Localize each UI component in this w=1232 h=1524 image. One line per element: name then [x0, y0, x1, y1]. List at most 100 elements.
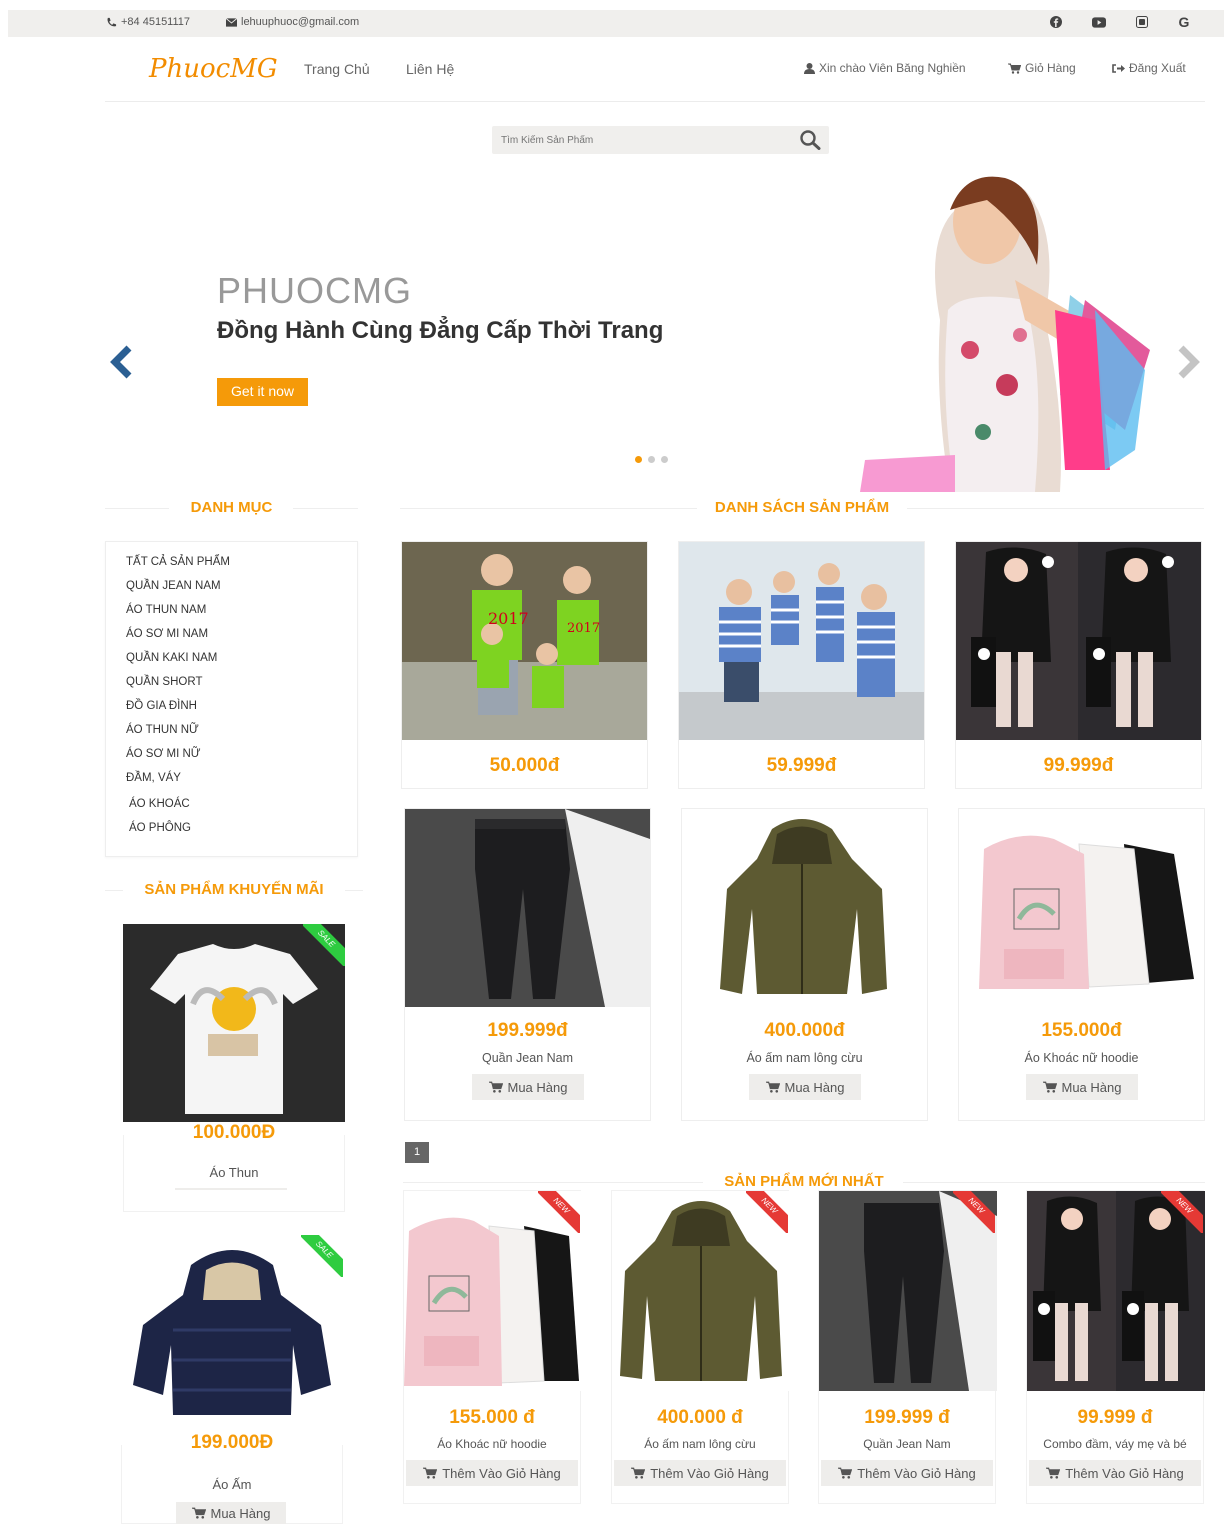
category-item[interactable]: ÁO THUN NAM [126, 604, 206, 616]
email-contact[interactable]: lehuuphuoc@gmail.com [226, 16, 359, 28]
envelope-icon [226, 17, 237, 27]
category-item[interactable]: ÁO THUN NỮ [126, 724, 199, 736]
product-image[interactable] [679, 542, 924, 740]
products-heading: DANH SÁCH SẢN PHẨM [400, 499, 1204, 519]
user-icon [804, 62, 815, 74]
cart-icon [838, 1467, 853, 1479]
svg-text:2017: 2017 [488, 609, 529, 628]
cart-icon [423, 1467, 438, 1479]
add-to-cart-button[interactable]: Thêm Vào Giỏ Hàng [614, 1460, 786, 1486]
email-address: lehuuphuoc@gmail.com [241, 16, 360, 28]
buy-button[interactable]: Mua Hàng [1026, 1074, 1138, 1100]
new-product-card[interactable]: NEW 400.000 đ Áo ấm nam lông cừu Thêm Và… [611, 1190, 790, 1504]
product-name[interactable]: Áo Ấm [121, 1477, 343, 1492]
phone-contact[interactable]: +84 45151117 [106, 16, 190, 28]
cart-link[interactable]: Giỏ Hàng [1008, 61, 1076, 75]
category-item[interactable]: ÁO SƠ MI NAM [126, 628, 208, 640]
nav-link-contact[interactable]: Liên Hệ [406, 61, 454, 77]
product-card[interactable]: 99.999đ [955, 541, 1202, 789]
category-item[interactable]: ÁO SƠ MI NỮ [126, 748, 201, 760]
add-to-cart-button[interactable]: Thêm Vào Giỏ Hàng [821, 1460, 993, 1486]
buy-button[interactable]: Mua Hàng [472, 1074, 584, 1100]
hero-tagline: Đồng Hành Cùng Đẳng Cấp Thời Trang [217, 317, 664, 344]
logout-link[interactable]: Đăng Xuất [1112, 61, 1186, 75]
cart-icon [765, 1081, 780, 1093]
cart-icon [488, 1081, 503, 1093]
product-card[interactable]: 155.000đ Áo Khoác nữ hoodie Mua Hàng [958, 808, 1205, 1121]
product-price: 50.000đ [489, 755, 560, 776]
product-price: 100.000Đ [192, 1122, 276, 1143]
search-input[interactable] [492, 126, 787, 154]
add-to-cart-button[interactable]: Thêm Vào Giỏ Hàng [1029, 1460, 1201, 1486]
product-name[interactable]: Quần Jean Nam [819, 1437, 995, 1451]
product-price: 59.999đ [766, 755, 837, 776]
product-image[interactable]: 2017 2017 [402, 542, 647, 740]
new-badge: NEW [746, 1191, 788, 1233]
product-price: 199.999đ [487, 1020, 568, 1041]
new-badge: NEW [953, 1191, 995, 1233]
product-name[interactable]: Áo Thun [123, 1165, 345, 1180]
youtube-icon[interactable] [1092, 15, 1106, 29]
new-product-card[interactable]: NEW 199.999 đ Quần Jean Nam Thêm Vào Giỏ… [818, 1190, 997, 1504]
top-bar: +84 45151117 lehuuphuoc@gmail.com G [8, 10, 1224, 37]
product-image[interactable] [405, 809, 650, 1007]
user-greeting-link[interactable]: Xin chào Viên Băng Nghiền [804, 61, 966, 75]
chevron-right-icon[interactable] [1173, 345, 1203, 379]
cart-icon [1046, 1467, 1061, 1479]
promo-heading: SẢN PHẨM KHUYẾN MÃI [105, 881, 363, 901]
hero-cta-button[interactable]: Get it now [217, 378, 308, 406]
category-item[interactable]: QUẦN KAKI NAM [126, 652, 217, 664]
user-greeting: Xin chào Viên Băng Nghiền [819, 61, 966, 75]
buy-button[interactable]: Mua Hàng [176, 1502, 286, 1524]
product-name[interactable]: Áo Khoác nữ hoodie [959, 1051, 1204, 1065]
product-card[interactable]: 199.999đ Quần Jean Nam Mua Hàng [404, 808, 651, 1121]
search-icon[interactable] [799, 130, 821, 150]
category-item[interactable]: QUẦN SHORT [126, 676, 202, 688]
promo-card[interactable]: SALE 199.000Đ Áo Ấm Mua Hàng [121, 1235, 343, 1524]
category-item[interactable]: ĐẦM, VÁY [126, 772, 181, 784]
new-product-card[interactable]: NEW 99.999 đ Combo đầm, váy mẹ và bé Thê… [1026, 1190, 1205, 1504]
google-icon[interactable]: G [1177, 14, 1191, 30]
product-price: 99.999 đ [1077, 1407, 1153, 1428]
main-navbar: PhuocMG Trang Chủ Liên Hệ Xin chào Viên … [105, 38, 1205, 102]
slider-dot[interactable] [635, 456, 642, 463]
category-item[interactable]: TẤT CẢ SẢN PHẨM [126, 556, 230, 568]
product-name[interactable]: Áo ấm nam lông cừu [682, 1051, 927, 1065]
sign-out-icon [1112, 63, 1125, 73]
sale-badge: SALE [301, 1235, 343, 1277]
category-item[interactable]: ÁO KHOÁC [129, 798, 190, 810]
product-image[interactable] [682, 809, 927, 1007]
product-name[interactable]: Áo ấm nam lông cừu [612, 1437, 788, 1451]
category-item[interactable]: ĐỒ GIA ĐÌNH [126, 700, 197, 712]
logout-label: Đăng Xuất [1129, 61, 1186, 75]
new-product-card[interactable]: NEW 155.000 đ Áo Khoác nữ hoodie Thêm Và… [403, 1190, 582, 1504]
buy-button[interactable]: Mua Hàng [749, 1074, 861, 1100]
promo-card[interactable]: SALE 100.000Đ Áo Thun [123, 924, 345, 1212]
category-item[interactable]: ÁO PHÔNG [129, 822, 191, 834]
product-price: 400.000 đ [657, 1407, 743, 1428]
cart-icon [1042, 1081, 1057, 1093]
product-card[interactable]: 400.000đ Áo ấm nam lông cừu Mua Hàng [681, 808, 928, 1121]
product-name[interactable]: Combo đầm, váy mẹ và bé [1027, 1437, 1203, 1451]
cart-icon [631, 1467, 646, 1479]
pagination-page-1[interactable]: 1 [405, 1142, 429, 1163]
product-name[interactable]: Áo Khoác nữ hoodie [404, 1437, 580, 1451]
slider-dot[interactable] [661, 456, 668, 463]
category-item[interactable]: QUẦN JEAN NAM [126, 580, 221, 592]
product-image[interactable] [959, 809, 1204, 1007]
chevron-left-icon[interactable] [107, 345, 137, 379]
site-logo[interactable]: PhuocMG [149, 54, 278, 84]
product-image[interactable] [956, 542, 1201, 740]
nav-link-home[interactable]: Trang Chủ [304, 61, 370, 77]
new-badge: NEW [538, 1191, 580, 1233]
instagram-icon[interactable] [1135, 15, 1149, 29]
sale-badge: SALE [303, 924, 345, 966]
product-card[interactable]: 2017 2017 50.000đ [401, 541, 648, 789]
hero-model-image [860, 176, 1150, 492]
product-card[interactable]: 59.999đ [678, 541, 925, 789]
slider-dot[interactable] [648, 456, 655, 463]
facebook-icon[interactable] [1049, 15, 1063, 29]
phone-icon [107, 17, 117, 26]
add-to-cart-button[interactable]: Thêm Vào Giỏ Hàng [406, 1460, 578, 1486]
product-name[interactable]: Quần Jean Nam [405, 1051, 650, 1065]
